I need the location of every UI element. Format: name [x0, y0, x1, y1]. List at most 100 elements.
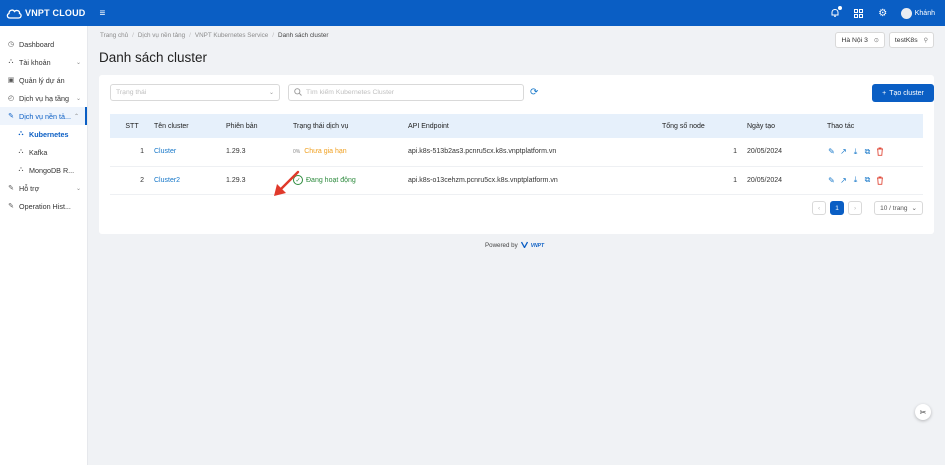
sidebar: ◷ Dashboard ⛬ Tài khoản ⌄ ▣ Quản lý dự á…	[0, 26, 88, 465]
sidebar-item-mongodb[interactable]: ⛬ MongoDB R...	[0, 161, 87, 179]
hamburger-icon[interactable]: ≡	[100, 8, 106, 19]
server-icon: ◴	[7, 95, 15, 102]
sidebar-item-label: Dịch vụ hạ tầng	[19, 93, 69, 103]
copy-icon[interactable]: ⧉	[863, 147, 872, 156]
copy-icon[interactable]: ⧉	[863, 175, 872, 185]
brand-logo[interactable]: VNPT CLOUD	[6, 8, 86, 19]
prev-page-button[interactable]: ‹	[812, 201, 827, 215]
breadcrumb-current: Danh sách cluster	[278, 32, 329, 39]
powered-by-footer: Powered by VNPT	[485, 241, 544, 250]
cluster-name-link[interactable]: Cluster	[154, 148, 176, 155]
breadcrumb-separator: /	[132, 32, 134, 39]
sidebar-item-label: Kafka	[29, 147, 48, 157]
sidebar-item-projects[interactable]: ▣ Quản lý dự án	[0, 71, 87, 89]
breadcrumb-separator: /	[189, 32, 191, 39]
sidebar-item-label: Quản lý dự án	[19, 75, 65, 85]
search-icon: ⚲	[923, 37, 928, 44]
main-content: Trang chủ / Dịch vụ nền tảng / VNPT Kube…	[88, 26, 945, 465]
search-input[interactable]: Tìm kiếm Kubernetes Cluster	[288, 84, 524, 101]
node-count: 1	[658, 138, 743, 167]
project-select[interactable]: testK8s ⚲	[888, 32, 934, 48]
sidebar-item-label: Operation Hist...	[19, 201, 71, 211]
brand-name: VNPT CLOUD	[25, 8, 86, 18]
sidebar-item-label: Kubernetes	[29, 129, 69, 139]
sidebar-item-account[interactable]: ⛬ Tài khoản ⌄	[0, 53, 87, 71]
sidebar-item-kubernetes[interactable]: ⛬ Kubernetes	[0, 125, 87, 143]
trash-icon[interactable]	[875, 176, 884, 185]
sidebar-item-dashboard[interactable]: ◷ Dashboard	[0, 35, 87, 53]
vnpt-logo-text: VNPT	[530, 242, 545, 249]
floating-tools-button[interactable]: ✂	[915, 404, 931, 420]
status-text: Chưa gia hạn	[304, 148, 347, 156]
status-badge: 0% Chưa gia hạn	[293, 148, 404, 155]
edit-icon[interactable]: ✎	[827, 147, 836, 156]
filter-bar: Trạng thái ⌄ Tìm kiếm Kubernetes Cluster	[110, 84, 524, 101]
sidebar-item-label: Tài khoản	[19, 57, 51, 67]
chevron-up-icon: ⌃	[73, 113, 79, 120]
breadcrumb-platform[interactable]: Dịch vụ nền tảng	[138, 32, 185, 39]
cloud-logo-icon	[6, 8, 22, 19]
status-filter-select[interactable]: Trạng thái ⌄	[110, 84, 280, 101]
download-icon[interactable]: ⤓	[851, 147, 860, 156]
node-count: 1	[658, 166, 743, 195]
column-header: Trạng thái dịch vụ	[289, 114, 404, 138]
refresh-icon[interactable]: ⟳	[530, 87, 538, 98]
folder-icon: ▣	[7, 77, 15, 84]
support-icon: ✎	[8, 185, 14, 192]
context-selectors: Hà Nội 3 ⊙ testK8s ⚲	[835, 32, 934, 48]
page-title: Danh sách cluster	[99, 50, 208, 65]
external-link-icon[interactable]: ↗	[839, 176, 848, 185]
vnpt-logo-icon	[520, 241, 528, 250]
sidebar-item-kafka[interactable]: ⛬ Kafka	[0, 143, 87, 161]
page-size-select[interactable]: 10 / trang ⌄	[874, 201, 923, 215]
gear-icon[interactable]: ⚙	[877, 7, 889, 19]
status-text: Đang hoạt động	[306, 176, 356, 184]
edit-icon[interactable]: ✎	[827, 176, 836, 185]
page-button-current[interactable]: 1	[830, 201, 845, 215]
cluster-name-link[interactable]: Cluster2	[154, 177, 180, 184]
status-progress: 0%	[293, 148, 301, 155]
table-row: 1 Cluster 1.29.3 0% Chưa gia hạn api.k8s…	[110, 138, 923, 167]
page-size-value: 10 / trang	[880, 204, 908, 212]
column-header: Tổng số node	[658, 114, 743, 138]
row-index: 2	[110, 166, 150, 195]
created-date: 20/05/2024	[743, 138, 823, 167]
api-endpoint: api.k8s-513b2as3.pcnru5cx.k8s.vnptplatfo…	[404, 138, 658, 167]
create-cluster-label: Tạo cluster	[889, 89, 924, 97]
apps-grid-icon[interactable]	[853, 7, 865, 19]
column-header: Tên cluster	[150, 114, 222, 138]
column-header: Phiên bản	[222, 114, 289, 138]
user-menu[interactable]: Khánh	[900, 7, 935, 19]
notification-dot	[837, 6, 842, 10]
column-header: STT	[110, 114, 150, 138]
annotation-arrow-icon	[274, 170, 300, 196]
bell-icon[interactable]	[829, 6, 842, 19]
region-select[interactable]: Hà Nội 3 ⊙	[835, 32, 885, 48]
sidebar-item-infrastructure[interactable]: ◴ Dịch vụ hạ tầng ⌄	[0, 89, 87, 107]
trash-icon[interactable]	[875, 147, 884, 156]
history-icon: ✎	[8, 203, 14, 210]
column-header: Thao tác	[823, 114, 923, 138]
clock-icon: ◷	[7, 41, 15, 48]
project-select-value: testK8s	[894, 36, 918, 44]
breadcrumb-k8s-service[interactable]: VNPT Kubernetes Service	[195, 32, 268, 39]
chevron-down-icon: ⌄	[268, 90, 274, 96]
api-endpoint: api.k8s-o13cehzm.pcnru5cx.k8s.vnptplatfo…	[404, 166, 658, 195]
breadcrumb: Trang chủ / Dịch vụ nền tảng / VNPT Kube…	[100, 32, 328, 39]
status-filter-placeholder: Trạng thái	[116, 89, 147, 96]
row-index: 1	[110, 138, 150, 167]
column-header: Ngày tạo	[743, 114, 823, 138]
row-actions: ✎ ↗ ⤓ ⧉	[827, 175, 923, 185]
next-page-button[interactable]: ›	[848, 201, 863, 215]
plus-icon: +	[882, 89, 887, 97]
sidebar-item-operation-history[interactable]: ✎ Operation Hist...	[0, 197, 87, 215]
create-cluster-button[interactable]: + Tạo cluster	[872, 84, 934, 102]
sidebar-item-support[interactable]: ✎ Hỗ trợ ⌄	[0, 179, 87, 197]
table-row: 2 Cluster2 1.29.3 ✓ Đang hoạt động api.k…	[110, 166, 923, 195]
download-icon[interactable]: ⤓	[851, 175, 860, 185]
user-name: Khánh	[914, 9, 935, 17]
sidebar-item-platform[interactable]: ✎ Dịch vụ nền tả... ⌃	[0, 107, 87, 125]
external-link-icon[interactable]: ↗	[839, 147, 848, 156]
status-badge: ✓ Đang hoạt động	[293, 175, 404, 185]
breadcrumb-home[interactable]: Trang chủ	[100, 32, 128, 39]
